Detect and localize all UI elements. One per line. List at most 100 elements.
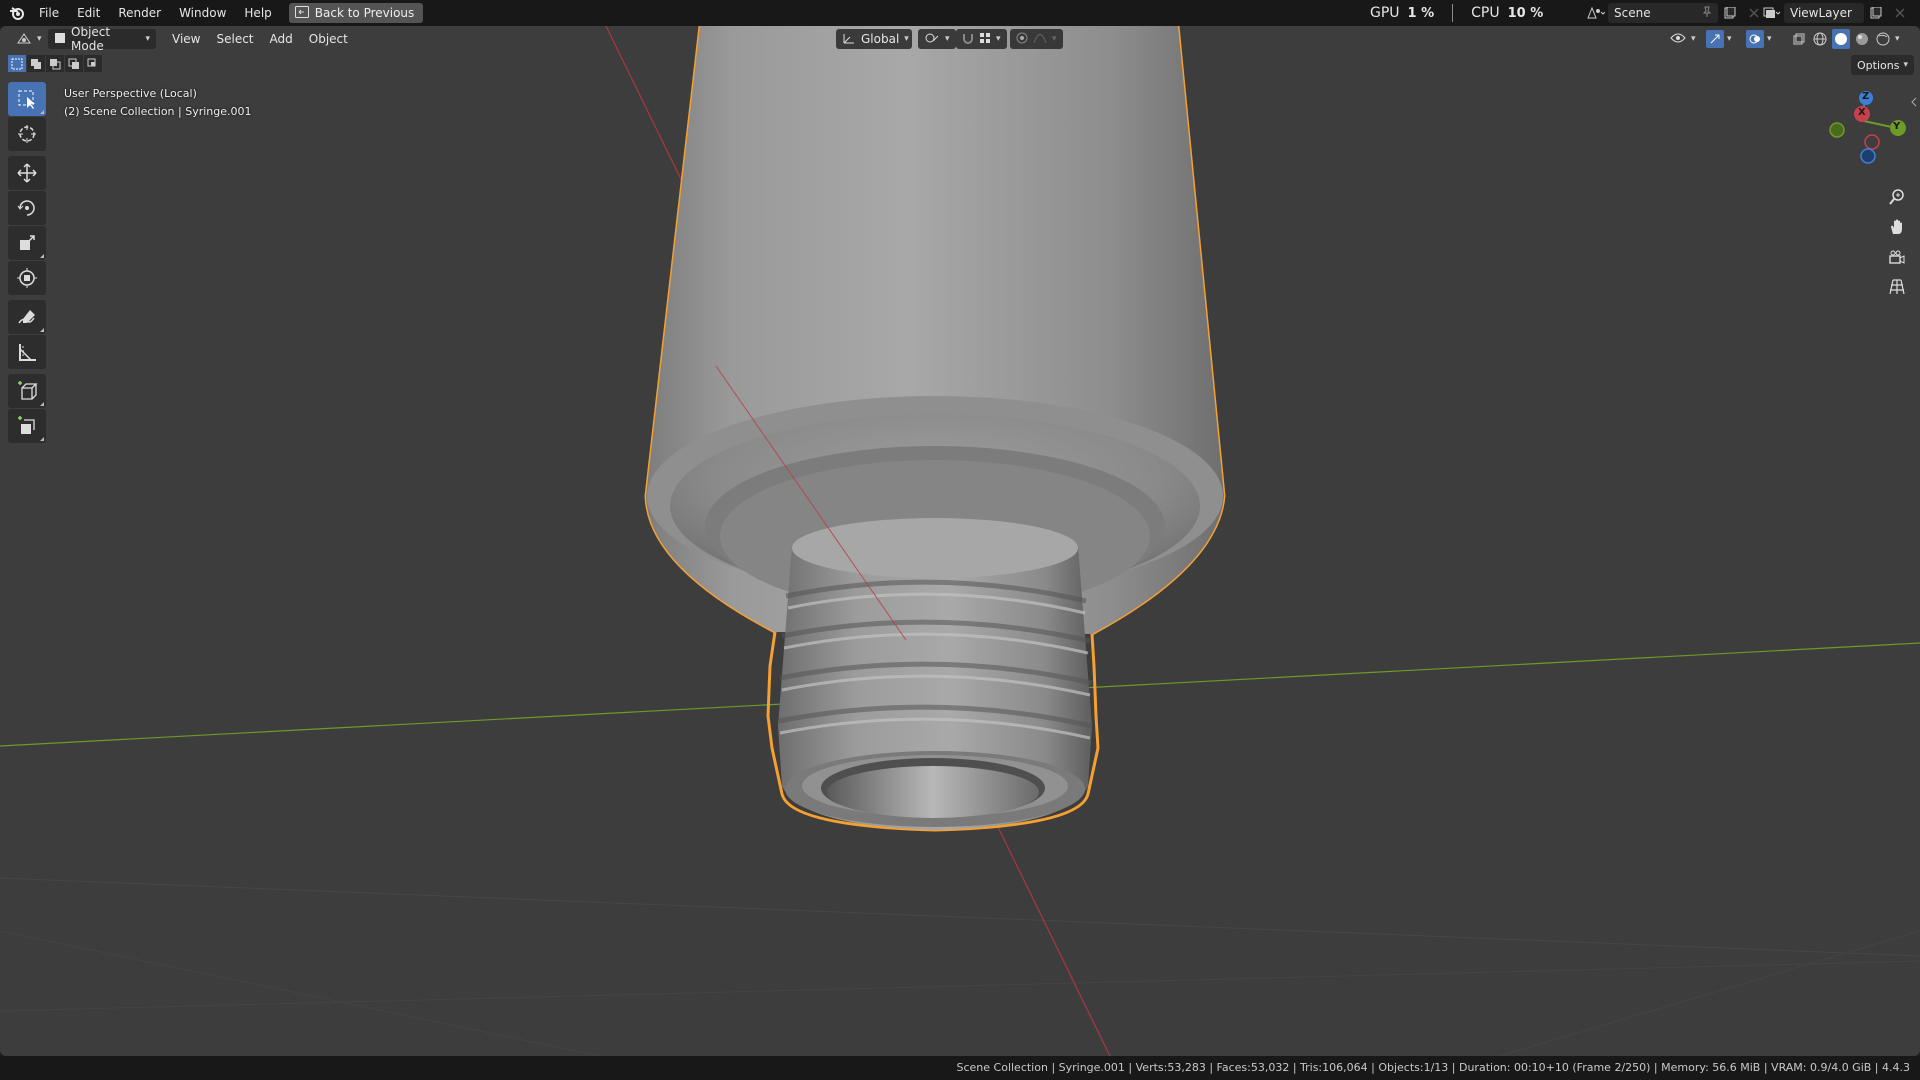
select-new-icon[interactable]	[8, 55, 26, 72]
menu-edit[interactable]: Edit	[68, 2, 109, 24]
snapping-controls[interactable]: ▾	[956, 29, 1007, 49]
zoom-view-button[interactable]	[1883, 183, 1911, 211]
view-perspective-label: User Perspective (Local)	[64, 87, 197, 100]
transform-orientation-selector[interactable]: Global ▾	[836, 29, 912, 49]
annotate-tool[interactable]	[8, 300, 46, 334]
overlay-toggle[interactable]: ▾	[1740, 29, 1778, 49]
mode-selector[interactable]: Object Mode ▾	[48, 26, 156, 53]
new-view-layer-icon[interactable]	[1864, 3, 1888, 23]
select-subtract-icon[interactable]	[46, 55, 64, 72]
scale-icon	[20, 235, 35, 250]
sidebar-toggle-chevron-icon[interactable]	[1908, 88, 1920, 116]
add-primitive-tool[interactable]	[8, 409, 46, 443]
selection-mode-buttons	[8, 55, 102, 73]
select-box-icon	[18, 90, 35, 109]
pin-icon[interactable]	[1702, 6, 1712, 21]
transform-icon	[17, 268, 37, 288]
editor-type-button[interactable]: ▾	[10, 29, 48, 49]
pivot-dropdown[interactable]: ▾	[918, 29, 956, 49]
menu-help[interactable]: Help	[235, 2, 280, 24]
wireframe-shading-icon[interactable]	[1811, 29, 1829, 49]
scene-selector[interactable]: Scene	[1584, 2, 1766, 24]
measure-icon	[19, 344, 36, 361]
blender-logo-icon[interactable]	[4, 0, 30, 26]
material-shading-icon[interactable]	[1853, 29, 1871, 49]
move-icon	[17, 163, 37, 183]
menu-render[interactable]: Render	[109, 2, 170, 24]
gizmo-y-label: Y	[1893, 121, 1901, 132]
view-layer-icon[interactable]	[1760, 3, 1784, 23]
3d-viewport-icon	[16, 31, 32, 48]
transform-orientation-dropdown[interactable]: Global ▾	[836, 29, 912, 49]
options-dropdown[interactable]: Options ▾	[1851, 55, 1914, 75]
overlay-controls[interactable]: ▾	[1740, 29, 1778, 49]
chevron-down-icon: ▾	[37, 34, 42, 44]
add-cube-tool[interactable]	[8, 374, 46, 408]
select-extend-icon[interactable]	[27, 55, 45, 72]
mode-label: Object Mode	[71, 26, 111, 53]
overlays-icon[interactable]	[1746, 30, 1764, 48]
scene-icon[interactable]	[1584, 3, 1608, 23]
tool-options-corner	[40, 328, 44, 332]
proportional-editing[interactable]: ▾	[1010, 29, 1063, 49]
selectability-dropdown[interactable]: ▾	[1664, 29, 1702, 49]
tool-options-corner	[40, 254, 44, 258]
measure-tool[interactable]	[8, 335, 46, 369]
viewport-menu-add[interactable]: Add	[262, 32, 301, 46]
annotate-icon	[18, 310, 35, 324]
pivot-icon	[924, 32, 940, 47]
view-layer-name-field[interactable]: ViewLayer	[1784, 3, 1864, 23]
viewport-menu-select[interactable]: Select	[208, 32, 261, 46]
select-intersect-icon[interactable]	[84, 55, 102, 72]
gizmo-controls[interactable]: ▾	[1700, 29, 1738, 49]
cpu-label: CPU	[1471, 5, 1500, 21]
chevron-down-icon: ▾	[945, 34, 950, 44]
pivot-point-selector[interactable]: ▾	[918, 29, 956, 49]
move-tool[interactable]	[8, 156, 46, 190]
magnet-icon[interactable]	[962, 32, 974, 47]
add-cube-icon	[18, 381, 38, 400]
performance-stats: GPU 1 % CPU 10 %	[1370, 0, 1543, 26]
cursor-icon	[18, 125, 36, 143]
object-mode-icon	[54, 32, 66, 47]
shading-options-chevron-icon[interactable]: ▾	[1895, 34, 1900, 44]
view-layer-selector[interactable]: ViewLayer	[1760, 2, 1912, 24]
editor-type-selector[interactable]: ▾	[10, 29, 48, 49]
new-scene-icon[interactable]	[1718, 3, 1742, 23]
snap-grid-icon	[979, 32, 991, 47]
transform-tool[interactable]	[8, 261, 46, 295]
rendered-shading-icon[interactable]	[1874, 29, 1892, 49]
camera-view-button[interactable]	[1883, 243, 1911, 271]
back-to-previous-button[interactable]: Back to Previous	[288, 3, 424, 23]
orientation-label: Global	[861, 32, 900, 46]
viewport-menu-object[interactable]: Object	[301, 32, 356, 46]
shading-controls[interactable]: ▾	[1790, 29, 1900, 49]
viewport-scene[interactable]	[0, 26, 1920, 1056]
scale-tool[interactable]	[8, 226, 46, 260]
gizmo-toggle[interactable]: ▾	[1700, 29, 1738, 49]
rotate-tool[interactable]	[8, 191, 46, 225]
snap-dropdown[interactable]: ▾	[956, 29, 1007, 49]
select-box-tool[interactable]	[8, 82, 46, 116]
3d-viewport[interactable]: Y Z X ▾ Object Mode ▾ View Select Add Ob…	[0, 26, 1920, 1056]
eye-icon	[1670, 32, 1686, 47]
cpu-value: 10 %	[1507, 5, 1544, 21]
pan-view-button[interactable]	[1883, 213, 1911, 241]
solid-shading-icon[interactable]	[1832, 29, 1850, 49]
chevron-down-icon: ▾	[1052, 34, 1057, 44]
gizmo-icon[interactable]	[1706, 30, 1724, 48]
viewport-menu-view[interactable]: View	[164, 32, 208, 46]
visibility-controls[interactable]: ▾	[1664, 29, 1702, 49]
ortho-toggle-button[interactable]	[1883, 273, 1911, 301]
select-invert-icon[interactable]	[65, 55, 83, 72]
xray-icon[interactable]	[1790, 29, 1808, 49]
delete-view-layer-icon[interactable]	[1888, 3, 1912, 23]
menu-window[interactable]: Window	[170, 2, 235, 24]
scene-name-field[interactable]: Scene	[1608, 3, 1718, 23]
mode-dropdown[interactable]: Object Mode ▾	[48, 26, 156, 53]
status-bar: Scene Collection | Syringe.001 | Verts:5…	[0, 1056, 1920, 1080]
proportional-edit-button[interactable]: ▾	[1010, 29, 1063, 49]
menu-file[interactable]: File	[30, 2, 68, 24]
tool-options-corner	[40, 437, 44, 441]
cursor-tool[interactable]	[8, 117, 46, 151]
